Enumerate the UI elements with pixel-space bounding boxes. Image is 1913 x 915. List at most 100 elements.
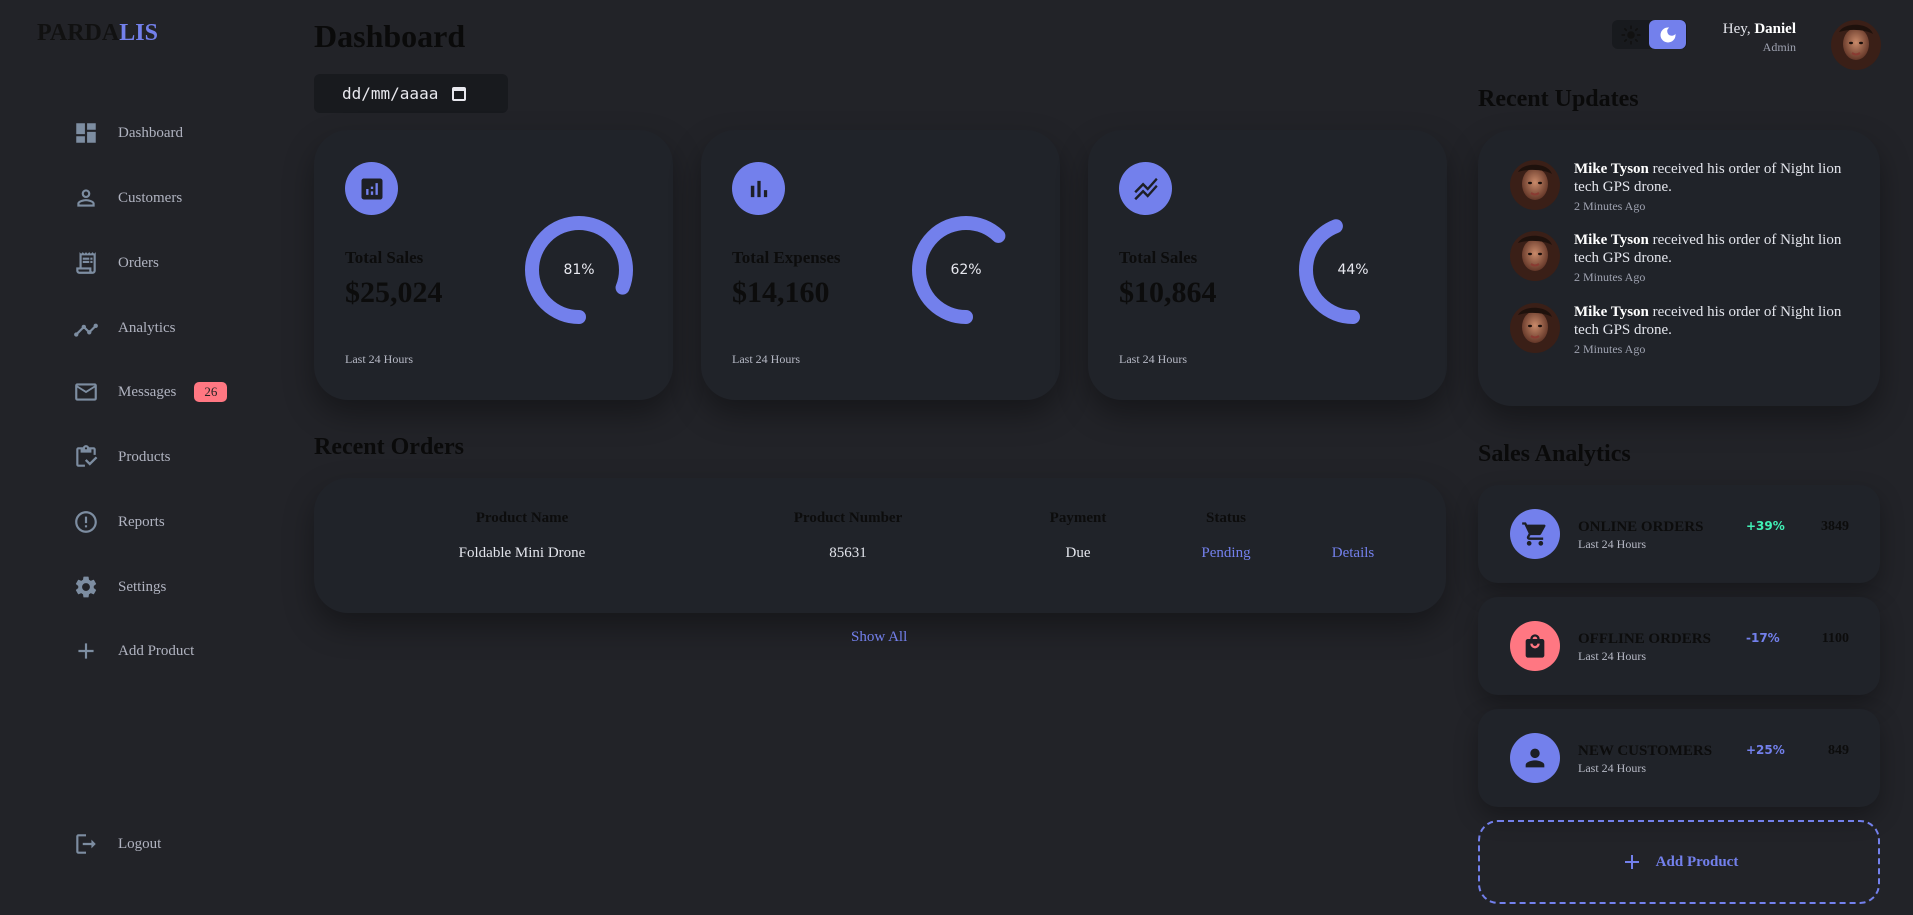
brand-second: LIS xyxy=(119,20,158,46)
bar-chart-icon xyxy=(732,162,785,215)
mail-icon xyxy=(72,378,100,406)
column-header: Product Number xyxy=(793,510,903,526)
sun-icon[interactable] xyxy=(1612,20,1649,49)
update-item: Mike Tyson received his order of Night l… xyxy=(1510,160,1860,220)
show-all-link[interactable]: Show All xyxy=(851,629,907,646)
avatar xyxy=(1510,160,1560,210)
sidebar-item-reports[interactable]: Reports xyxy=(72,505,165,539)
sidebar-item-analytics[interactable]: Analytics xyxy=(72,311,176,345)
sidebar-item-dashboard[interactable]: Dashboard xyxy=(72,116,183,150)
add-icon xyxy=(72,637,100,665)
sidebar-item-products[interactable]: Products xyxy=(72,440,171,474)
update-time: 2 Minutes Ago xyxy=(1574,199,1646,213)
analytic-count: 849 xyxy=(1828,743,1849,758)
update-message: Mike Tyson received his order of Night l… xyxy=(1574,303,1864,358)
avatar xyxy=(1510,303,1560,353)
column-header: Product Name xyxy=(475,510,569,526)
sidebar-item-label: Logout xyxy=(118,835,162,852)
update-user: Mike Tyson xyxy=(1574,161,1649,177)
brand-logo: PARDALIS xyxy=(37,20,158,47)
new-customers-item: NEW CUSTOMERS Last 24 Hours +25% 849 xyxy=(1478,709,1880,807)
analytic-name: ONLINE ORDERS xyxy=(1578,519,1704,535)
profile-role: Admin xyxy=(1762,40,1796,54)
offline-orders-item: OFFLINE ORDERS Last 24 Hours -17% 1100 xyxy=(1478,597,1880,695)
person-icon xyxy=(72,184,100,212)
add-icon xyxy=(1624,855,1639,869)
column-header: Status xyxy=(1205,510,1247,526)
sidebar-item-label: Customers xyxy=(118,189,183,206)
sidebar-item-label: Settings xyxy=(118,578,167,595)
update-message: Mike Tyson received his order of Night l… xyxy=(1574,231,1864,286)
analytic-percent: +39% xyxy=(1746,519,1785,533)
calendar-icon[interactable] xyxy=(452,86,467,101)
sidebar-item-label: Dashboard xyxy=(118,124,183,141)
analytic-subtitle: Last 24 Hours xyxy=(1578,649,1646,663)
update-time: 2 Minutes Ago xyxy=(1574,270,1646,284)
insights-icon xyxy=(72,314,100,342)
sidebar-item-orders[interactable]: Orders xyxy=(72,246,159,280)
card-percent: 81% xyxy=(563,262,595,278)
card-amount: $10,864 xyxy=(1119,276,1217,309)
card-percent: 44% xyxy=(1337,262,1369,278)
shopping-bag-icon xyxy=(1510,621,1560,671)
status-cell: Pending xyxy=(1201,545,1251,561)
avatar[interactable] xyxy=(1831,20,1881,70)
theme-toggle[interactable] xyxy=(1612,20,1687,49)
moon-icon[interactable] xyxy=(1649,20,1686,49)
analytic-subtitle: Last 24 Hours xyxy=(1578,537,1646,551)
analytic-percent: -17% xyxy=(1746,631,1780,645)
analytic-count: 3849 xyxy=(1821,519,1849,534)
card-label: Total Sales xyxy=(345,248,424,267)
sidebar-item-label: Products xyxy=(118,448,171,465)
product-name-cell: Foldable Mini Drone xyxy=(458,545,586,561)
total-sales-card: Total Sales $25,024 81% Last 24 Hours xyxy=(314,130,673,400)
recent-orders-table: Product Name Product Number Payment Stat… xyxy=(314,478,1446,613)
sidebar-item-messages[interactable]: Messages 26 xyxy=(72,375,228,409)
update-user: Mike Tyson xyxy=(1574,304,1649,320)
profile-info: Hey, Daniel Admin xyxy=(1723,21,1796,55)
greeting-text: Hey, xyxy=(1722,21,1751,37)
recent-updates-panel: Mike Tyson received his order of Night l… xyxy=(1478,130,1880,406)
logout-icon xyxy=(72,830,100,858)
sidebar-item-label: Add Product xyxy=(118,642,195,659)
stacked-line-icon xyxy=(1119,162,1172,215)
total-sales-card-2: Total Sales $10,864 44% Last 24 Hours xyxy=(1088,130,1447,400)
sidebar-item-logout[interactable]: Logout xyxy=(72,827,161,861)
update-time: 2 Minutes Ago xyxy=(1574,342,1646,356)
report-icon xyxy=(72,508,100,536)
card-amount: $14,160 xyxy=(732,276,830,309)
sidebar-item-customers[interactable]: Customers xyxy=(72,181,182,215)
analytic-name: OFFLINE ORDERS xyxy=(1578,631,1711,647)
date-input[interactable]: dd/mm/aaaa xyxy=(314,74,508,113)
card-subtitle: Last 24 Hours xyxy=(1119,352,1187,366)
sidebar-item-settings[interactable]: Settings xyxy=(72,570,166,604)
recent-updates-title: Recent Updates xyxy=(1478,86,1639,112)
total-expenses-card: Total Expenses $14,160 62% Last 24 Hours xyxy=(701,130,1060,400)
update-message: Mike Tyson received his order of Night l… xyxy=(1574,160,1864,215)
card-label: Total Expenses xyxy=(732,248,841,267)
recent-orders-title: Recent Orders xyxy=(314,434,464,460)
details-link[interactable]: Details xyxy=(1332,545,1375,562)
sidebar-item-add-product[interactable]: Add Product xyxy=(72,634,194,668)
add-product-label: Add Product xyxy=(1655,853,1739,870)
column-header: Payment xyxy=(1049,510,1107,526)
online-orders-item: ONLINE ORDERS Last 24 Hours +39% 3849 xyxy=(1478,485,1880,583)
card-label: Total Sales xyxy=(1119,248,1198,267)
sidebar-item-label: Orders xyxy=(118,254,159,271)
analytic-count: 1100 xyxy=(1821,631,1849,646)
receipt-icon xyxy=(72,249,100,277)
messages-count-badge: 26 xyxy=(194,382,228,402)
product-number-cell: 85631 xyxy=(829,545,867,561)
profile-name: Daniel xyxy=(1754,21,1796,37)
profile-greeting: Hey, Daniel xyxy=(1723,21,1796,38)
inventory-icon xyxy=(72,443,100,471)
card-subtitle: Last 24 Hours xyxy=(732,352,800,366)
avatar xyxy=(1510,231,1560,281)
add-product-button[interactable]: Add Product xyxy=(1478,820,1880,904)
dashboard-icon xyxy=(72,119,100,147)
update-item: Mike Tyson received his order of Night l… xyxy=(1510,303,1860,363)
analytic-percent: +25% xyxy=(1746,743,1785,757)
card-percent: 62% xyxy=(950,262,982,278)
sidebar-item-label: Analytics xyxy=(118,319,176,336)
brand-first: PARDA xyxy=(37,20,120,46)
